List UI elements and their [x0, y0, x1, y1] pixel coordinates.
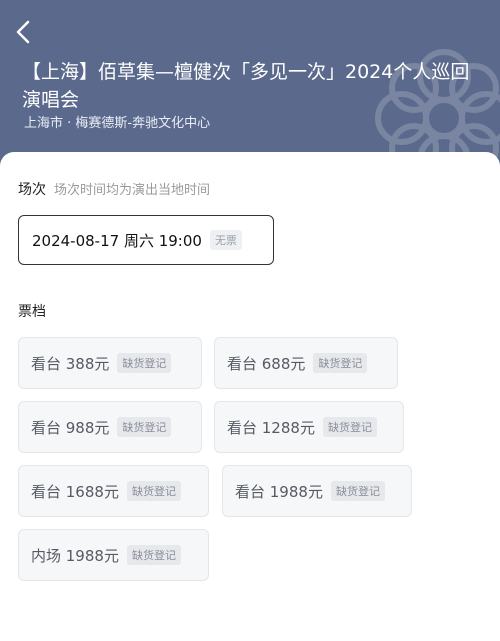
session-label: 场次	[18, 182, 46, 198]
chevron-left-icon	[16, 20, 30, 44]
waitlist-badge: 缺货登记	[126, 481, 181, 501]
ticket-tier-option[interactable]: 看台 1988元 缺货登记	[222, 465, 412, 517]
session-hint: 场次时间均为演出当地时间	[54, 183, 211, 198]
ticket-tier-label: 票档	[18, 304, 46, 320]
event-title: 【上海】佰草集—檀健次「多见一次」2024个人巡回演唱会	[22, 61, 470, 111]
waitlist-badge: 缺货登记	[330, 481, 385, 501]
waitlist-badge: 缺货登记	[117, 353, 172, 373]
ticket-tier-name: 看台 388元	[31, 354, 110, 373]
ticket-tier-name: 看台 1288元	[227, 418, 315, 437]
waitlist-badge: 缺货登记	[126, 545, 181, 565]
waitlist-badge: 缺货登记	[313, 353, 368, 373]
session-section-label: 场次 场次时间均为演出当地时间	[18, 179, 210, 199]
session-option-selected[interactable]: 2024-08-17 周六 19:00 无票	[18, 215, 274, 265]
waitlist-badge: 缺货登记	[322, 417, 377, 437]
sold-out-badge: 无票	[209, 230, 242, 250]
ticket-tier-option[interactable]: 看台 1288元 缺货登记	[214, 401, 404, 453]
back-button[interactable]	[12, 18, 36, 46]
ticket-tier-option[interactable]: 看台 388元 缺货登记	[18, 337, 202, 389]
ticket-tier-name: 看台 1688元	[31, 482, 119, 501]
waitlist-badge: 缺货登记	[117, 417, 172, 437]
ticket-tier-name: 看台 1988元	[235, 482, 323, 501]
ticket-tier-option[interactable]: 内场 1988元 缺货登记	[18, 529, 209, 581]
ticket-tier-name: 看台 688元	[227, 354, 306, 373]
event-header: 【上海】佰草集—檀健次「多见一次」2024个人巡回演唱会 上海市 · 梅赛德斯-…	[0, 0, 500, 175]
ticket-tier-name: 内场 1988元	[31, 546, 119, 565]
ticket-tier-name: 看台 988元	[31, 418, 110, 437]
ticket-selection-sheet: 场次 场次时间均为演出当地时间 2024-08-17 周六 19:00 无票 票档…	[0, 152, 500, 641]
ticket-tier-option[interactable]: 看台 988元 缺货登记	[18, 401, 202, 453]
ticket-tier-option[interactable]: 看台 1688元 缺货登记	[18, 465, 209, 517]
event-venue: 上海市 · 梅赛德斯-奔驰文化中心	[24, 116, 211, 131]
session-datetime: 2024-08-17 周六 19:00	[32, 231, 202, 250]
ticket-tier-option[interactable]: 看台 688元 缺货登记	[214, 337, 398, 389]
